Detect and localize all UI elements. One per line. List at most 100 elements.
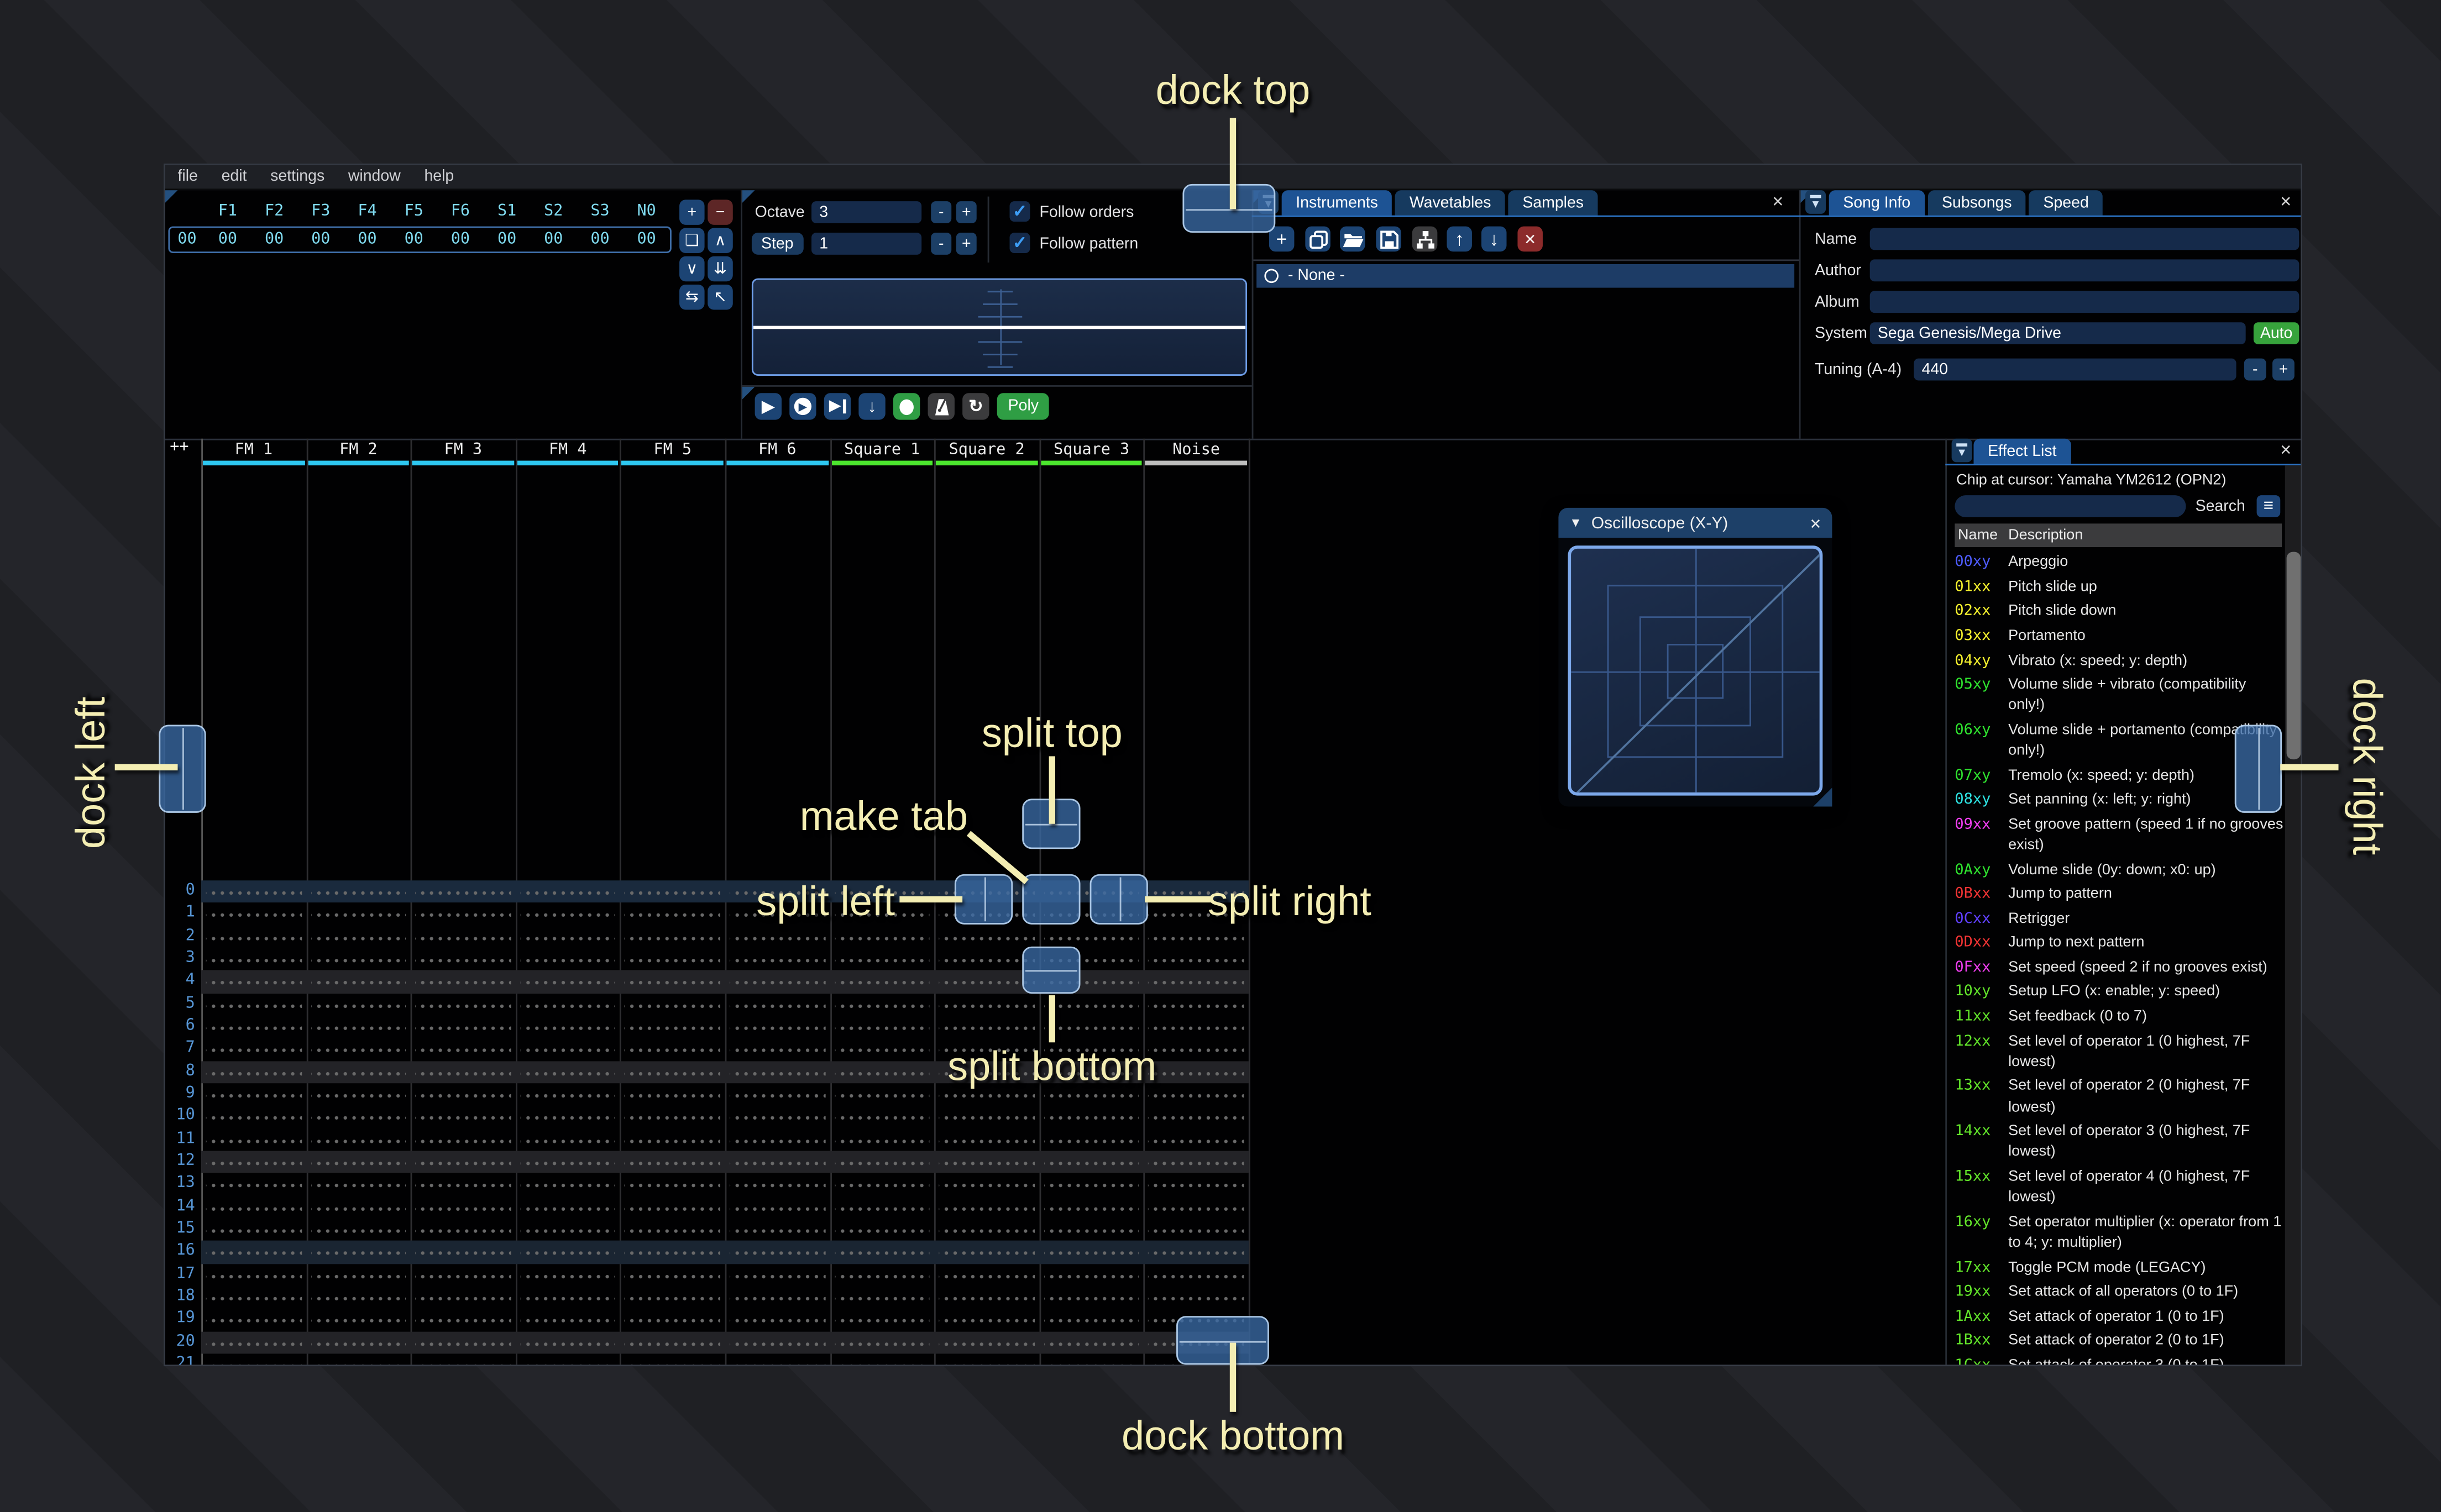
menu-item-file[interactable]: file (177, 168, 197, 185)
channel-header-noise[interactable]: Noise (1144, 439, 1248, 461)
name-field[interactable] (1869, 228, 2299, 250)
tuning-plus-button[interactable]: + (2272, 358, 2295, 381)
pattern-cell[interactable] (206, 1308, 302, 1331)
pattern-cell[interactable] (1148, 970, 1244, 994)
pattern-cell[interactable] (939, 948, 1035, 971)
orders-remove-button[interactable]: − (708, 200, 733, 225)
tab-effect-list[interactable]: Effect List (1973, 438, 2071, 464)
pattern-cell[interactable] (520, 1128, 616, 1151)
stop-button[interactable] (893, 393, 920, 420)
pattern-cell[interactable] (206, 1151, 302, 1174)
channel-header-square-2[interactable]: Square 2 (934, 439, 1039, 461)
orders-swap-button[interactable]: ⇆ (679, 284, 705, 310)
menu-item-edit[interactable]: edit (222, 168, 247, 185)
pattern-cell[interactable] (1148, 1015, 1244, 1038)
pattern-cell[interactable] (415, 970, 511, 994)
pattern-cell[interactable] (206, 1241, 302, 1264)
pattern-cell[interactable] (625, 1286, 720, 1309)
effect-row[interactable]: 0Dxx Jump to next pattern (1955, 931, 2285, 956)
system-field[interactable]: Sega Genesis/Mega Drive (1869, 322, 2246, 345)
pattern-cell[interactable] (520, 948, 616, 971)
pattern-cell[interactable] (311, 1196, 406, 1219)
pattern-cell[interactable] (729, 1218, 825, 1241)
pattern-cell[interactable] (625, 1196, 720, 1219)
pattern-cell[interactable] (520, 1263, 616, 1287)
orders-move-down-button[interactable]: ∨ (679, 256, 705, 282)
pattern-cell[interactable] (1044, 1128, 1139, 1151)
pattern-cell[interactable] (625, 1038, 720, 1061)
pattern-cell[interactable] (939, 1331, 1035, 1354)
instrument-open-button[interactable] (1339, 226, 1365, 252)
step-plus-button[interactable]: + (956, 233, 977, 255)
play-one-row-button[interactable]: ▶ (824, 393, 851, 420)
pattern-cell[interactable] (311, 948, 406, 971)
pattern-cell[interactable] (206, 880, 302, 903)
effect-list-scrollbar-thumb[interactable] (2286, 552, 2301, 760)
pattern-cell[interactable] (415, 1308, 511, 1331)
orders-duplicate-button[interactable]: ❏ (679, 228, 705, 254)
oscilloscope-xy-window[interactable]: ▼ Oscilloscope (X-Y) × (1558, 507, 1832, 807)
pattern-cell[interactable] (1148, 925, 1244, 948)
instrument-move-up-button[interactable]: ↑ (1447, 226, 1472, 252)
pattern-cell[interactable] (729, 1173, 825, 1196)
pattern-cell[interactable] (1044, 1196, 1139, 1219)
pattern-corner-button[interactable]: ++ (165, 439, 201, 463)
pattern-cell[interactable] (520, 880, 616, 903)
pattern-cell[interactable] (729, 1060, 825, 1084)
pattern-cell[interactable] (939, 1151, 1035, 1174)
effect-row[interactable]: 11xx Set feedback (0 to 7) (1955, 1005, 2285, 1029)
pattern-cell[interactable] (625, 1218, 720, 1241)
pattern-cell[interactable] (415, 880, 511, 903)
menu-item-help[interactable]: help (424, 168, 454, 185)
pattern-cell[interactable] (834, 1105, 930, 1128)
instrument-duplicate-button[interactable] (1305, 226, 1330, 252)
orders-cell[interactable]: 00 (577, 231, 623, 248)
instrument-delete-button[interactable]: × (1517, 226, 1543, 252)
pattern-cell[interactable] (311, 1060, 406, 1084)
effect-row[interactable]: 10xy Setup LFO (x: enable; y: speed) (1955, 980, 2285, 1004)
effect-row[interactable]: 0Bxx Jump to pattern (1955, 882, 2285, 906)
pattern-cell[interactable] (834, 993, 930, 1016)
pattern-cell[interactable] (311, 925, 406, 948)
pattern-cell[interactable] (939, 1105, 1035, 1128)
poly-toggle-button[interactable]: Poly (997, 393, 1050, 420)
play-from-start-button[interactable]: ▶ (789, 393, 816, 420)
pattern-cell[interactable] (625, 1105, 720, 1128)
pattern-cell[interactable] (311, 902, 406, 926)
step-minus-button[interactable]: - (931, 233, 952, 255)
channel-header-square-1[interactable]: Square 1 (830, 439, 934, 461)
pattern-cell[interactable] (729, 993, 825, 1016)
channel-header-fm-6[interactable]: FM 6 (725, 439, 830, 461)
pattern-cell[interactable] (1044, 1105, 1139, 1128)
pattern-cell[interactable] (729, 1353, 825, 1365)
orders-cell[interactable]: 00 (205, 231, 251, 248)
make-tab-target[interactable] (1022, 874, 1081, 925)
pattern-cell[interactable] (206, 1083, 302, 1106)
pattern-cell[interactable] (939, 1241, 1035, 1264)
pattern-cell[interactable] (206, 1105, 302, 1128)
pattern-cell[interactable] (729, 1308, 825, 1331)
dock-right-target[interactable] (2234, 725, 2282, 813)
pattern-cell[interactable] (311, 1173, 406, 1196)
pattern-cell[interactable] (625, 1353, 720, 1365)
pattern-cell[interactable] (625, 1015, 720, 1038)
pattern-cell[interactable] (415, 1263, 511, 1287)
pattern-cell[interactable] (1148, 993, 1244, 1016)
pattern-cell[interactable] (729, 1038, 825, 1061)
close-icon[interactable]: × (2280, 192, 2291, 211)
pattern-cell[interactable] (625, 1331, 720, 1354)
close-icon[interactable]: × (1772, 192, 1783, 211)
pattern-cell[interactable] (729, 1196, 825, 1219)
pattern-cell[interactable] (206, 1015, 302, 1038)
instrument-save-button[interactable] (1376, 226, 1401, 252)
pattern-cell[interactable] (729, 1151, 825, 1174)
pattern-cell[interactable] (625, 1241, 720, 1264)
instrument-add-button[interactable]: + (1269, 226, 1295, 252)
song-tab-list-button[interactable]: ▼ (1805, 190, 1826, 214)
pattern-cell[interactable] (311, 1038, 406, 1061)
pattern-cell[interactable] (729, 1263, 825, 1287)
pattern-cell[interactable] (415, 1083, 511, 1106)
effect-search-input[interactable] (1955, 495, 2186, 518)
pattern-cell[interactable] (415, 1218, 511, 1241)
pattern-cell[interactable] (1044, 1263, 1139, 1287)
